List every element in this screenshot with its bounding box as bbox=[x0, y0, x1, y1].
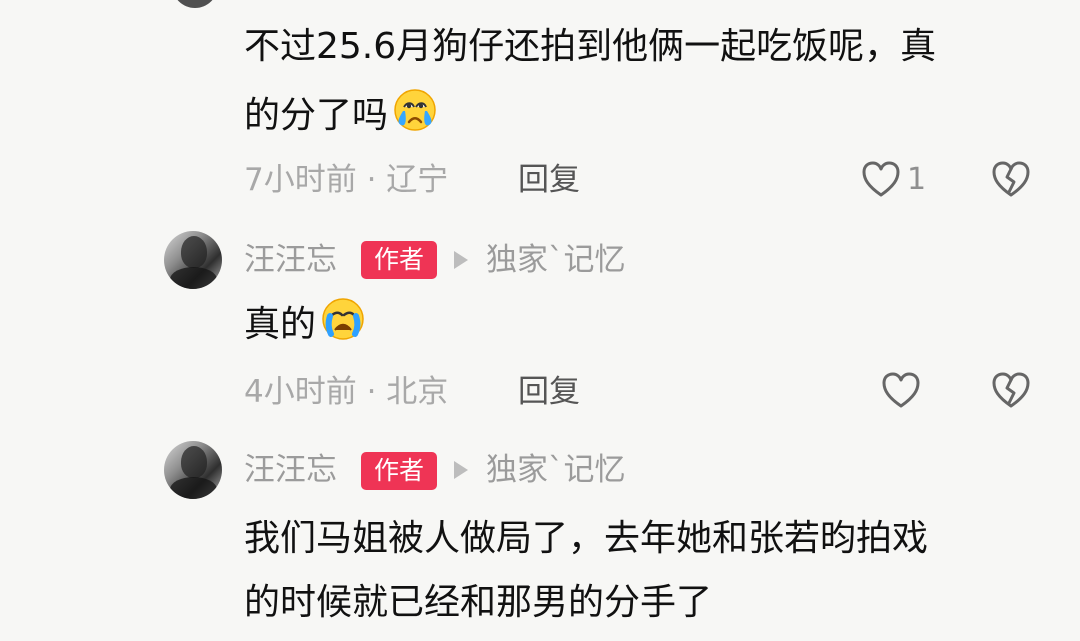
avatar[interactable] bbox=[164, 231, 222, 289]
reply-button[interactable]: 回复 bbox=[518, 160, 580, 200]
reply-target-name[interactable]: 独家`记忆 bbox=[486, 449, 626, 491]
comment-text-line: 的时候就已经和那男的分手了 bbox=[244, 582, 713, 623]
crying-face-icon bbox=[394, 89, 436, 131]
partial-avatar bbox=[172, 0, 218, 8]
user-name[interactable]: 汪汪忘 bbox=[244, 239, 337, 281]
comment-meta: 7小时前 · 辽宁 bbox=[244, 162, 449, 198]
user-name[interactable]: 汪汪忘 bbox=[244, 449, 337, 491]
avatar[interactable] bbox=[164, 441, 222, 499]
broken-heart-icon[interactable] bbox=[989, 369, 1033, 413]
like-count: 1 bbox=[907, 162, 927, 197]
reply-arrow-icon bbox=[454, 251, 468, 269]
reply-target-name[interactable]: 独家`记忆 bbox=[486, 239, 626, 281]
author-badge: 作者 bbox=[361, 452, 437, 490]
reply-button[interactable]: 回复 bbox=[518, 372, 580, 412]
heart-icon[interactable] bbox=[879, 369, 923, 413]
loudly-crying-face-icon bbox=[322, 298, 364, 340]
comment-text-line: 我们马姐被人做局了，去年她和张若昀拍戏 bbox=[244, 518, 929, 559]
comment-text-line-with-emoji: 的分了吗 bbox=[244, 84, 439, 148]
reply-arrow-icon bbox=[454, 461, 468, 479]
comment-meta: 4小时前 · 北京 bbox=[244, 374, 449, 410]
heart-icon[interactable] bbox=[859, 158, 903, 202]
comment-text-line-with-emoji: 真的 bbox=[244, 293, 367, 357]
broken-heart-icon[interactable] bbox=[989, 158, 1033, 202]
comment-text-line: 的分了吗 bbox=[244, 95, 389, 136]
comment-text-line: 不过25.6月狗仔还拍到他俩一起吃饭呢，真 bbox=[244, 26, 937, 67]
comment-text: 真的 bbox=[244, 304, 317, 345]
author-badge: 作者 bbox=[361, 241, 437, 279]
